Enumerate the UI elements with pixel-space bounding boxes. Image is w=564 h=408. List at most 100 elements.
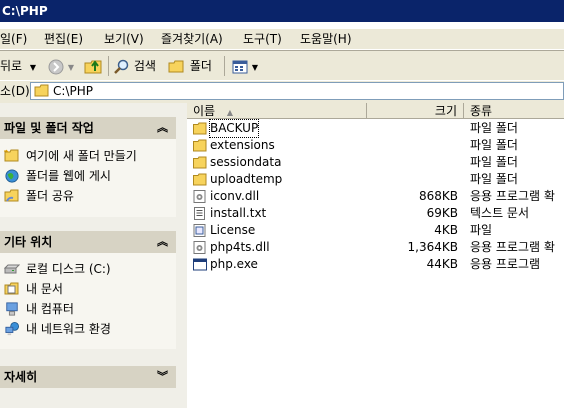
column-name[interactable]: 이름 ▲ <box>187 103 367 119</box>
other-places-panel: 로컬 디스크 (C:) 내 문서 내 컴퓨터 내 네트워크 환경 <box>0 253 176 349</box>
menu-favorites[interactable]: 즐겨찾기(A) <box>161 31 223 47</box>
file-name: iconv.dll <box>210 189 260 203</box>
details-header[interactable]: 자세히 ︾ <box>0 366 176 388</box>
file-size: 1,364KB <box>407 240 458 254</box>
address-bar: 소(D) C:\PHP <box>0 80 564 103</box>
file-size: 69KB <box>426 206 458 220</box>
folder-icon <box>34 84 49 97</box>
file-name: sessiondata <box>210 155 282 169</box>
title-bar[interactable]: C:\PHP <box>0 0 564 22</box>
my-documents-icon <box>4 282 19 295</box>
file-name: uploadtemp <box>210 172 283 186</box>
forward-arrow-icon <box>48 59 64 74</box>
file-name: php.exe <box>210 257 258 271</box>
new-folder-icon <box>4 149 19 162</box>
my-computer-icon <box>6 302 18 316</box>
other-places-title: 기타 위치 <box>4 235 53 249</box>
up-folder-icon <box>84 60 102 74</box>
place-my-documents-label: 내 문서 <box>26 282 63 296</box>
menu-tools[interactable]: 도구(T) <box>243 31 282 47</box>
column-size-label: 크기 <box>434 104 457 118</box>
task-new-folder-label: 여기에 새 폴더 만들기 <box>26 149 137 163</box>
place-network-label: 내 네트워크 환경 <box>26 322 111 336</box>
file-row[interactable]: sessiondata 파일 폴더 <box>187 154 564 171</box>
file-tasks-header[interactable]: 파일 및 폴더 작업 ︽ <box>0 117 176 139</box>
file-name: License <box>210 223 256 237</box>
search-button[interactable]: 검색 <box>114 57 156 75</box>
file-name: install.txt <box>210 206 267 220</box>
search-icon <box>114 59 129 74</box>
back-dropdown-icon[interactable]: ▼ <box>30 63 36 72</box>
file-row[interactable]: php.exe 44KB 응용 프로그램 <box>187 256 564 273</box>
column-type[interactable]: 종류 <box>464 103 564 119</box>
expand-icon[interactable]: ︾ <box>157 366 168 388</box>
dll-icon <box>193 241 207 254</box>
views-button[interactable]: ▼ <box>232 57 258 75</box>
file-tasks-title: 파일 및 폴더 작업 <box>4 121 94 135</box>
place-my-computer-label: 내 컴퓨터 <box>26 302 74 316</box>
folders-icon <box>168 60 184 72</box>
file-size: 4KB <box>434 223 458 237</box>
up-folder-button[interactable] <box>84 57 104 75</box>
menu-help[interactable]: 도움말(H) <box>300 31 352 47</box>
details-title: 자세히 <box>4 370 38 384</box>
collapse-icon[interactable]: ︽ <box>157 117 168 139</box>
forward-dropdown-icon[interactable]: ▼ <box>68 63 74 72</box>
folders-label: 폴더 <box>189 59 212 73</box>
file-type: 파일 폴더 <box>470 138 518 152</box>
file-name: php4ts.dll <box>210 240 270 254</box>
folder-icon <box>193 139 207 152</box>
file-type: 파일 폴더 <box>470 121 518 135</box>
file-tasks-panel: 여기에 새 폴더 만들기 폴더를 웹에 게시 폴더 공유 <box>0 139 176 217</box>
file-type: 파일 <box>470 223 493 237</box>
dll-icon <box>193 190 207 203</box>
column-name-label: 이름 <box>193 104 216 118</box>
file-row[interactable]: License 4KB 파일 <box>187 222 564 239</box>
toolbar: 뒤로 ▼ ▼ 검색 폴더 ▼ <box>0 51 564 80</box>
other-places-header[interactable]: 기타 위치 ︽ <box>0 231 176 253</box>
task-publish-web-label: 폴더를 웹에 게시 <box>26 169 111 183</box>
file-row[interactable]: uploadtemp 파일 폴더 <box>187 171 564 188</box>
file-name: extensions <box>210 138 275 152</box>
file-type: 텍스트 문서 <box>470 206 530 220</box>
window-title: C:\PHP <box>2 4 48 18</box>
file-type: 파일 폴더 <box>470 155 518 169</box>
file-name: BACKUP <box>208 119 260 138</box>
globe-icon <box>5 169 19 183</box>
back-label: 뒤로 <box>0 59 23 73</box>
file-row[interactable]: extensions 파일 폴더 <box>187 137 564 154</box>
place-local-disk-label: 로컬 디스크 (C:) <box>26 262 111 276</box>
column-type-label: 종류 <box>470 104 493 118</box>
file-icon <box>193 224 207 237</box>
collapse-icon[interactable]: ︽ <box>157 231 168 253</box>
views-icon <box>232 60 248 73</box>
file-size: 44KB <box>426 257 458 271</box>
menu-bar: 일(F) 편집(E) 보기(V) 즐겨찾기(A) 도구(T) 도움말(H) <box>0 29 564 49</box>
search-label: 검색 <box>133 59 156 73</box>
menu-edit[interactable]: 편집(E) <box>44 31 83 47</box>
text-file-icon <box>193 207 207 220</box>
file-row[interactable]: install.txt 69KB 텍스트 문서 <box>187 205 564 222</box>
forward-button[interactable]: ▼ <box>48 57 74 75</box>
task-pane: 파일 및 폴더 작업 ︽ 여기에 새 폴더 만들기 폴더를 웹에 게시 폴더 공… <box>0 103 187 408</box>
column-size[interactable]: 크기 <box>367 103 464 119</box>
menu-file[interactable]: 일(F) <box>0 31 27 47</box>
address-input[interactable]: C:\PHP <box>30 82 564 100</box>
file-type: 파일 폴더 <box>470 172 518 186</box>
share-folder-icon <box>4 189 19 202</box>
file-row[interactable]: BACKUP 파일 폴더 <box>187 119 564 138</box>
file-list: 이름 ▲ 크기 종류 BACKUP 파일 폴더 extensions 파일 폴더 ses… <box>187 103 564 408</box>
folder-icon <box>193 156 207 169</box>
sort-ascending-icon: ▲ <box>226 108 234 117</box>
back-button[interactable]: 뒤로 ▼ <box>0 57 36 75</box>
exe-icon <box>193 258 207 271</box>
folder-icon <box>193 173 207 186</box>
file-row[interactable]: php4ts.dll 1,364KB 응용 프로그램 확 <box>187 239 564 256</box>
folders-button[interactable]: 폴더 <box>168 57 212 75</box>
menu-view[interactable]: 보기(V) <box>104 31 144 47</box>
views-dropdown-icon[interactable]: ▼ <box>252 63 258 72</box>
file-type: 응용 프로그램 <box>470 257 541 271</box>
file-row[interactable]: iconv.dll 868KB 응용 프로그램 확 <box>187 188 564 205</box>
network-places-icon <box>5 322 19 336</box>
folder-icon <box>193 122 207 135</box>
